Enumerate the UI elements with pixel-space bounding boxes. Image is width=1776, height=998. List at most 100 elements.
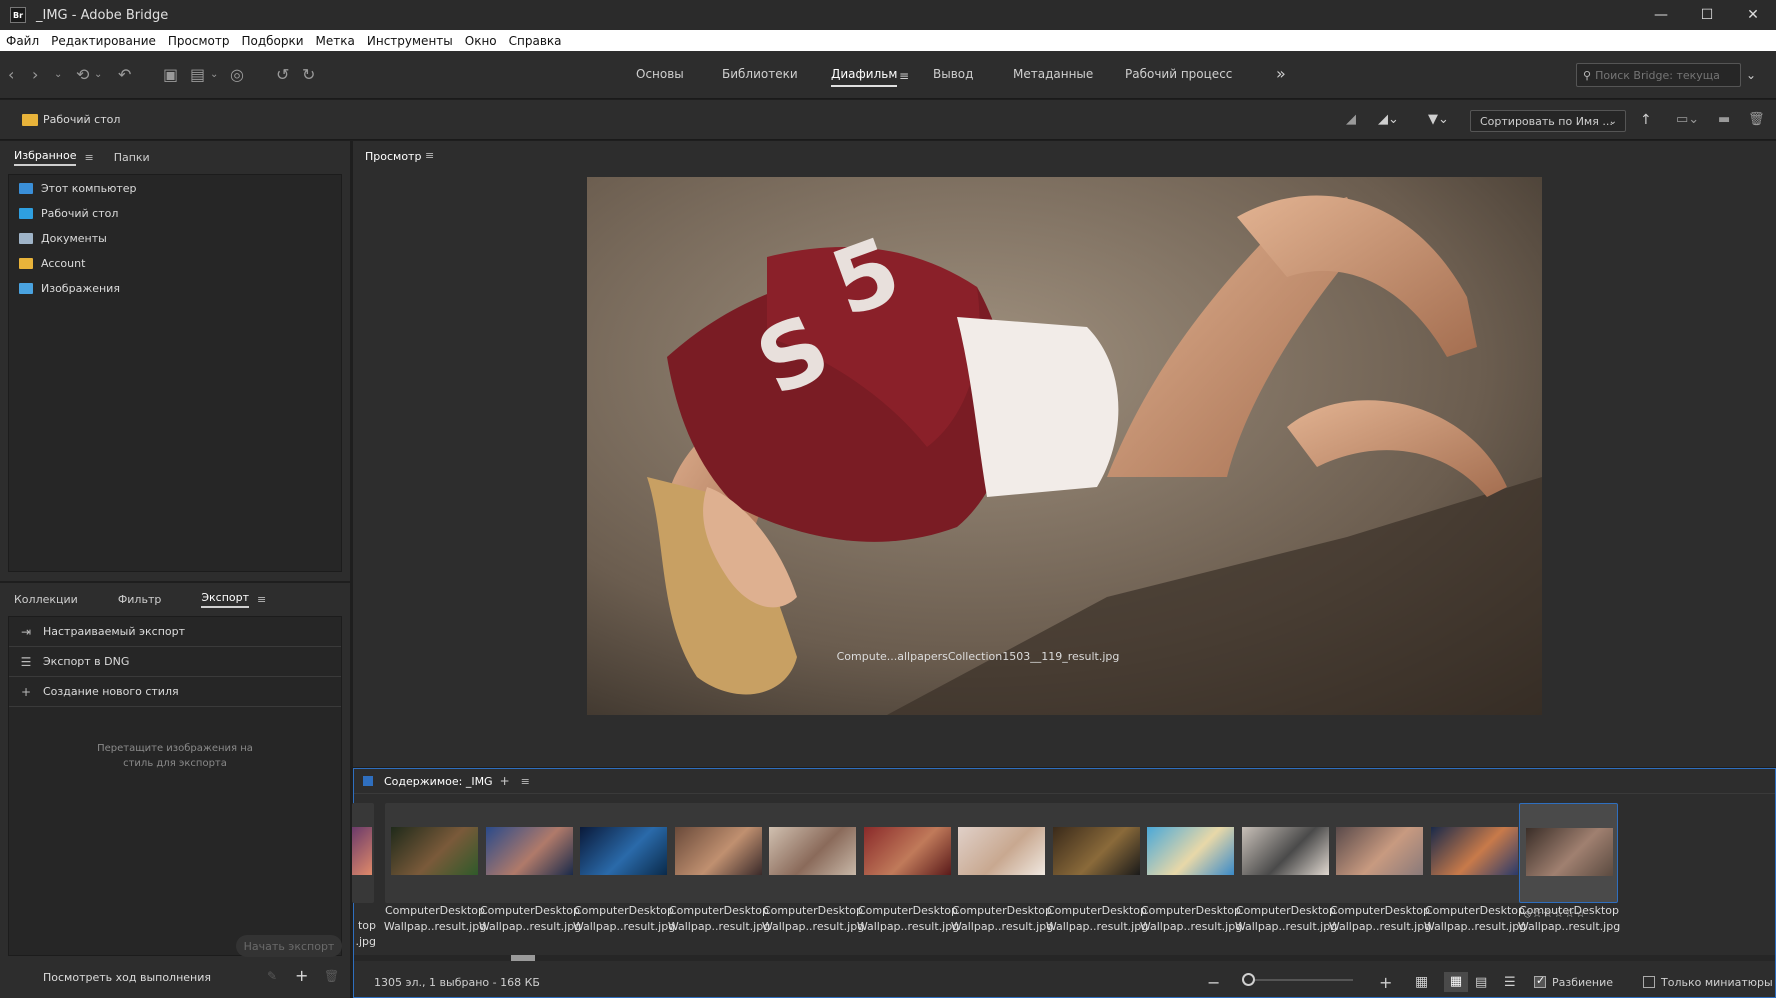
rating-filter-icon[interactable]: ◢⌄	[1378, 110, 1399, 130]
more-workspaces-icon[interactable]: »	[1276, 64, 1286, 84]
view-progress-link[interactable]: Посмотреть ход выполнения	[43, 971, 211, 984]
export-item-dng[interactable]: ☰ Экспорт в DNG	[9, 647, 341, 677]
tab-folders[interactable]: Папки	[114, 151, 150, 164]
thumbnail[interactable]	[574, 803, 673, 903]
thumbnail[interactable]	[1047, 803, 1146, 903]
chevron-down-icon[interactable]: ⌄	[54, 65, 62, 85]
workspace-tab-libraries[interactable]: Библиотеки	[722, 67, 798, 81]
chevron-down-icon: ⌄	[1608, 115, 1617, 127]
menu-edit[interactable]: Редактирование	[45, 34, 162, 48]
thumbnail-label-line: Wallpap..result.jpg	[1139, 920, 1243, 933]
trash-icon[interactable]: 🗑	[324, 969, 339, 983]
refine-icon[interactable]: ▤	[190, 65, 205, 85]
menu-file[interactable]: Файл	[0, 34, 45, 48]
thumbnail-size-slider[interactable]	[1242, 973, 1353, 986]
return-to-app-icon[interactable]: ↶	[118, 65, 131, 85]
thumbnails-only-checkbox[interactable]: Только миниатюры	[1643, 976, 1773, 989]
tab-favorites[interactable]: Избранное	[14, 149, 77, 166]
tab-export[interactable]: Экспорт	[201, 591, 250, 608]
thumbnail[interactable]	[480, 803, 579, 903]
thumbnail[interactable]	[1330, 803, 1429, 903]
breadcrumb[interactable]: Рабочий стол	[22, 113, 120, 126]
thumbnail-label: ComputerDesktop Wallpap..result.jpg	[947, 903, 1057, 935]
chevron-down-icon[interactable]: ⌄	[94, 65, 102, 85]
grid-lock-icon[interactable]: ▦	[1415, 974, 1428, 990]
search-input[interactable]	[1595, 68, 1726, 82]
add-tab-icon[interactable]: +	[500, 774, 510, 788]
panel-menu-icon[interactable]: ≡	[521, 775, 530, 788]
filter-icon[interactable]: ▼⌄	[1428, 110, 1449, 130]
slider-knob[interactable]	[1242, 973, 1255, 986]
open-in-camera-raw-icon[interactable]: ◎	[230, 65, 244, 85]
favorite-item-pictures[interactable]: Изображения	[9, 276, 341, 301]
thumbnail[interactable]	[1519, 803, 1618, 903]
menu-help[interactable]: Справка	[503, 34, 568, 48]
minimize-button[interactable]: —	[1638, 0, 1684, 30]
panel-menu-icon[interactable]: ≡	[84, 151, 93, 164]
thumbnail[interactable]	[385, 803, 484, 903]
add-icon[interactable]: +	[295, 966, 308, 985]
recent-history-icon[interactable]: ⟲	[76, 65, 89, 85]
sort-direction-icon[interactable]: ↑	[1640, 110, 1652, 130]
menu-window[interactable]: Окно	[459, 34, 503, 48]
menu-stacks[interactable]: Подборки	[235, 34, 309, 48]
documents-icon	[19, 233, 33, 244]
quality-icon[interactable]: ◢	[1346, 110, 1356, 130]
export-item-new-preset[interactable]: + Создание нового стиля	[9, 677, 341, 707]
thumbnail-view-icon[interactable]: ▦	[1444, 972, 1468, 992]
rotate-left-icon[interactable]: ↺	[276, 65, 289, 85]
zoom-in-button[interactable]: +	[1379, 973, 1392, 992]
workspace-menu-icon[interactable]: ≡	[899, 66, 909, 86]
tab-collections[interactable]: Коллекции	[14, 593, 78, 606]
export-item-custom[interactable]: ⇥ Настраиваемый экспорт	[9, 617, 341, 647]
rotate-right-icon[interactable]: ↻	[302, 65, 315, 85]
split-checkbox[interactable]: Разбиение	[1534, 974, 1613, 989]
camera-icon[interactable]: ▣	[163, 65, 178, 85]
maximize-button[interactable]: ☐	[1684, 0, 1730, 30]
forward-arrow-icon[interactable]: ›	[32, 65, 38, 85]
panel-menu-icon[interactable]: ≡	[257, 593, 266, 606]
favorite-item-documents[interactable]: Документы	[9, 226, 341, 251]
thumbnail[interactable]	[1425, 803, 1524, 903]
thumbnail[interactable]	[352, 803, 374, 903]
workspace-tab-workflow[interactable]: Рабочий процесс	[1125, 67, 1232, 81]
path-bar: Рабочий стол ◢ ◢⌄ ▼⌄ Сортировать по Имя …	[0, 100, 1776, 140]
scrollbar-thumb[interactable]	[511, 955, 535, 961]
new-folder-icon[interactable]: ▬	[1718, 110, 1730, 130]
horizontal-scrollbar[interactable]	[354, 955, 1775, 961]
workspace-tab-metadata[interactable]: Метаданные	[1013, 67, 1093, 81]
edit-icon[interactable]: ✎	[267, 969, 277, 983]
back-arrow-icon[interactable]: ‹	[8, 65, 14, 85]
chevron-down-icon[interactable]: ⌄	[1746, 65, 1756, 85]
zoom-out-button[interactable]: −	[1207, 973, 1220, 992]
menu-tools[interactable]: Инструменты	[361, 34, 459, 48]
star-rating[interactable]: ⦸☆☆☆☆☆	[1524, 907, 1586, 921]
workspace-tab-filmstrip[interactable]: Диафильм	[831, 67, 898, 87]
open-recent-folder-icon[interactable]: ▭⌄	[1676, 110, 1699, 130]
sort-dropdown[interactable]: Сортировать по Имя ... ⌄	[1470, 110, 1626, 132]
favorite-item-desktop[interactable]: Рабочий стол	[9, 201, 341, 226]
menu-view[interactable]: Просмотр	[162, 34, 236, 48]
trash-icon[interactable]: 🗑	[1748, 110, 1765, 130]
preview-image[interactable]: S 5	[587, 177, 1542, 715]
close-button[interactable]: ✕	[1730, 0, 1776, 30]
thumbnail[interactable]	[952, 803, 1051, 903]
menu-label[interactable]: Метка	[310, 34, 361, 48]
thumbnail[interactable]	[669, 803, 768, 903]
details-view-icon[interactable]: ▤	[1475, 975, 1487, 990]
thumbnail[interactable]	[1236, 803, 1335, 903]
workspace-tab-output[interactable]: Вывод	[933, 67, 973, 81]
favorite-item-account[interactable]: Account	[9, 251, 341, 276]
panel-menu-icon[interactable]: ≡	[425, 149, 434, 162]
favorite-item-this-pc[interactable]: Этот компьютер	[9, 176, 341, 201]
favorite-label: Account	[41, 257, 86, 270]
chevron-down-icon[interactable]: ⌄	[210, 65, 218, 85]
start-export-button[interactable]: Начать экспорт	[236, 935, 342, 957]
thumbnail[interactable]	[763, 803, 862, 903]
search-field[interactable]: ⚲	[1576, 63, 1741, 87]
workspace-tab-essentials[interactable]: Основы	[636, 67, 684, 81]
list-view-icon[interactable]: ☰	[1504, 975, 1516, 990]
tab-filter[interactable]: Фильтр	[118, 593, 162, 606]
thumbnail[interactable]	[1141, 803, 1240, 903]
thumbnail[interactable]	[858, 803, 957, 903]
